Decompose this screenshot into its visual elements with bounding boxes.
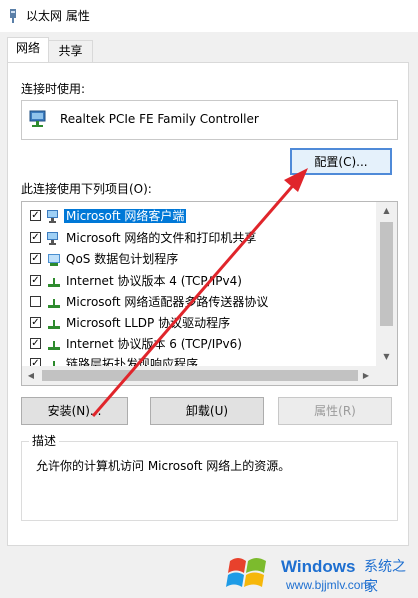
scroll-left-icon[interactable]: ◀ <box>25 371 37 380</box>
list-item[interactable]: ✓ Internet 协议版本 4 (TCP/IPv4) <box>24 271 354 291</box>
checkbox[interactable]: ✓ <box>30 210 41 221</box>
protocol-icon <box>48 341 60 350</box>
properties-button[interactable]: 属性(R) <box>278 397 392 425</box>
list-item-label: Microsoft 网络适配器多路传送器协议 <box>66 295 269 309</box>
horizontal-scroll-thumb[interactable] <box>42 370 358 381</box>
checkbox[interactable]: ✓ <box>30 338 41 349</box>
install-button[interactable]: 安装(N)... <box>21 397 128 425</box>
watermark-brand: Windows <box>281 557 356 576</box>
list-item-label: Microsoft 网络的文件和打印机共享 <box>66 231 257 245</box>
windows-logo-icon <box>226 558 266 587</box>
adapter-name: Realtek PCIe FE Family Controller <box>60 112 259 126</box>
list-item-label: Microsoft LLDP 协议驱动程序 <box>66 316 231 330</box>
list-item[interactable]: ✓ Microsoft 网络客户端 <box>24 206 354 226</box>
uninstall-button[interactable]: 卸载(U) <box>150 397 264 425</box>
tab-sharing-label: 共享 <box>58 44 83 58</box>
list-item[interactable]: ✓ QoS 数据包计划程序 <box>24 249 354 269</box>
tab-strip: 网络 共享 <box>0 32 418 62</box>
horizontal-scrollbar[interactable]: ◀ ▶ <box>22 366 397 385</box>
checkbox[interactable]: ✓ <box>30 253 41 264</box>
list-item-label: Internet 协议版本 4 (TCP/IPv4) <box>66 274 242 288</box>
scroll-up-icon[interactable]: ▲ <box>376 206 397 215</box>
connect-using-label: 连接时使用: <box>21 82 86 96</box>
window-title: 以太网 属性 <box>26 9 90 23</box>
scroll-right-icon[interactable]: ▶ <box>360 371 372 380</box>
tab-network-label: 网络 <box>15 41 40 55</box>
tab-sharing[interactable]: 共享 <box>48 40 93 62</box>
vertical-scrollbar[interactable]: ▲ ▼ <box>376 202 397 366</box>
protocol-icon <box>53 361 55 366</box>
tab-network[interactable]: 网络 <box>7 37 49 62</box>
protocol-icon <box>48 278 60 287</box>
description-text: 允许你的计算机访问 Microsoft 网络上的资源。 <box>36 459 291 473</box>
network-client-icon <box>47 210 58 223</box>
list-item[interactable]: ✓ 链路层拓扑发现响应程序 <box>24 354 354 366</box>
watermark-suffix: 系统之家 <box>364 559 406 595</box>
description-group <box>21 441 398 521</box>
list-item-label: Microsoft 网络客户端 <box>64 209 187 223</box>
list-item[interactable]: Microsoft 网络适配器多路传送器协议 <box>24 292 354 312</box>
watermark-url: www.bjjmlv.com <box>286 578 371 592</box>
vertical-scroll-thumb[interactable] <box>380 222 393 326</box>
description-title: 描述 <box>29 434 60 448</box>
list-item[interactable]: ✓ Microsoft 网络的文件和打印机共享 <box>24 228 354 248</box>
protocol-icon <box>48 299 60 308</box>
items-label: 此连接使用下列项目(O): <box>21 182 152 196</box>
list-item-label: 链路层拓扑发现响应程序 <box>66 357 199 366</box>
configure-button[interactable]: 配置(C)... <box>290 148 392 175</box>
scroll-down-icon[interactable]: ▼ <box>376 352 397 361</box>
service-icon <box>48 254 60 266</box>
checkbox[interactable]: ✓ <box>30 232 41 243</box>
protocol-icon <box>48 320 60 329</box>
checkbox[interactable] <box>30 296 41 307</box>
checkbox[interactable]: ✓ <box>30 317 41 328</box>
checkbox[interactable]: ✓ <box>30 358 41 366</box>
file-printer-sharing-icon <box>47 232 58 245</box>
list-item-label: Internet 协议版本 6 (TCP/IPv6) <box>66 337 242 351</box>
network-adapter-icon <box>10 9 16 23</box>
list-item[interactable]: ✓ Internet 协议版本 6 (TCP/IPv6) <box>24 334 354 354</box>
checkbox[interactable]: ✓ <box>30 275 41 286</box>
network-card-icon <box>29 110 46 127</box>
list-item-label: QoS 数据包计划程序 <box>66 252 179 266</box>
list-item[interactable]: ✓ Microsoft LLDP 协议驱动程序 <box>24 313 354 333</box>
